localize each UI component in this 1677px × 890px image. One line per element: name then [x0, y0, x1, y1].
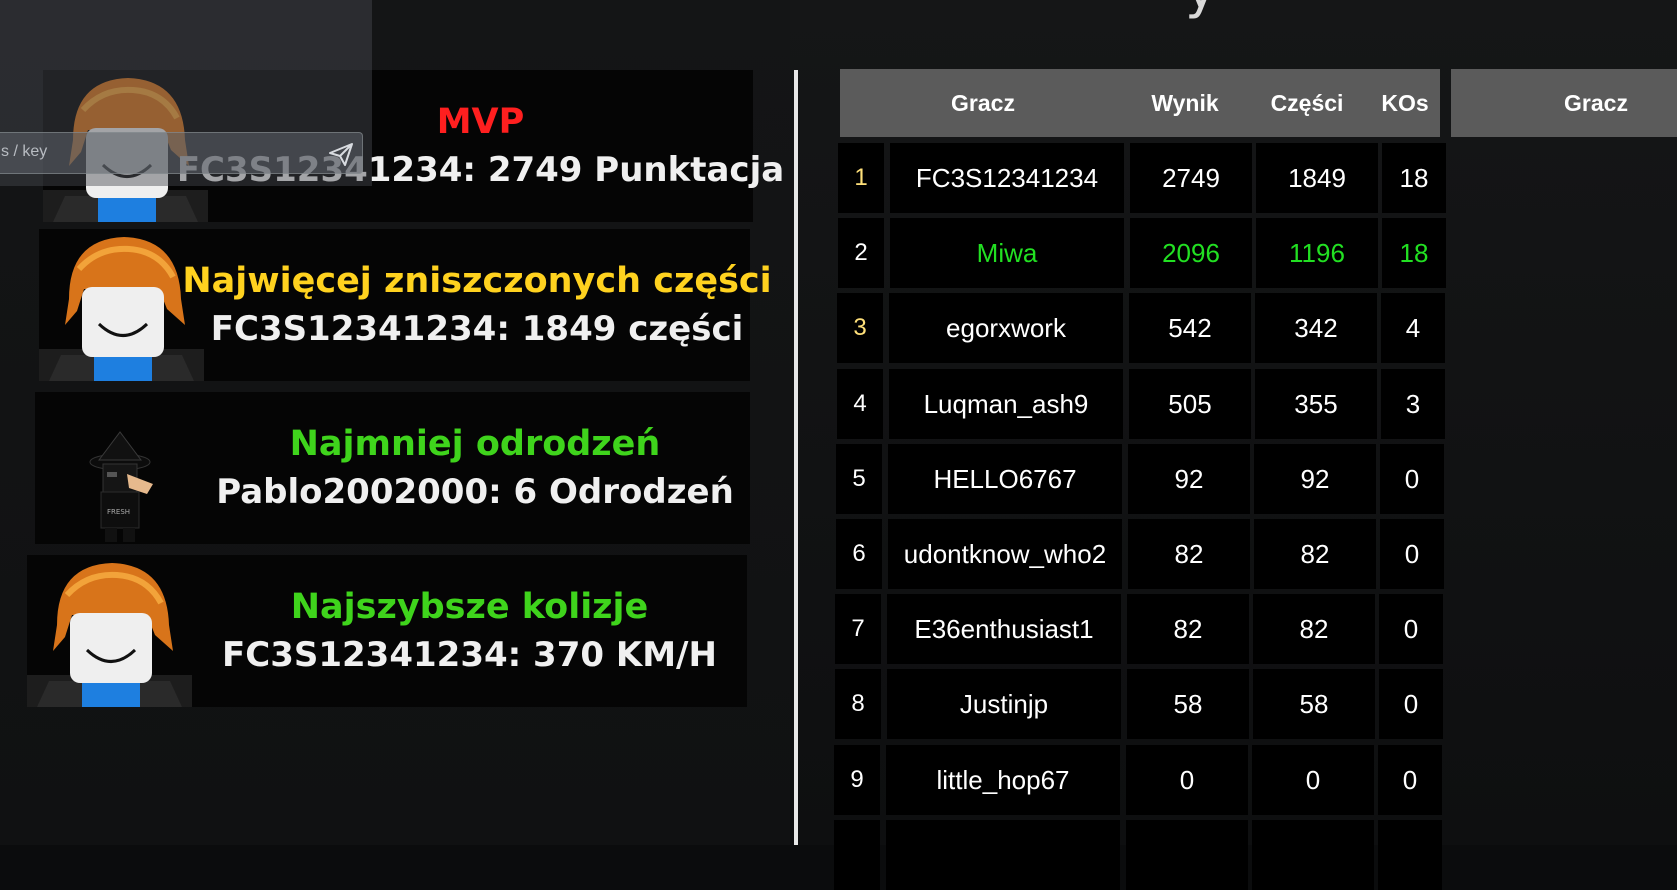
- row-score: 82: [1128, 519, 1250, 589]
- row-player: HELLO6767: [888, 444, 1122, 514]
- row-parts: 0: [1252, 745, 1374, 815]
- row-rank: 7: [835, 594, 881, 664]
- row-score: 2749: [1130, 143, 1252, 213]
- title-fragment: y: [1185, 0, 1217, 16]
- award-text: Najszybsze kolizje FC3S12341234: 370 KM/…: [192, 555, 747, 707]
- header-kos: KOs: [1381, 90, 1429, 116]
- row-cell-empty: [834, 820, 880, 890]
- award-card: FRESH Najmniej odrodzeń Pablo2002000: 6 …: [35, 392, 750, 544]
- row-kos: 4: [1381, 293, 1445, 363]
- chat-placeholder: s / key: [1, 143, 48, 160]
- row-kos: 0: [1380, 444, 1444, 514]
- row-rank: 2: [838, 218, 884, 288]
- row-score: 2096: [1130, 218, 1252, 288]
- award-value: Pablo2002000: 6 Odrodzeń: [216, 472, 734, 512]
- award-text: Najmniej odrodzeń Pablo2002000: 6 Odrodz…: [200, 392, 750, 544]
- row-parts: 82: [1254, 519, 1376, 589]
- row-kos: 0: [1378, 745, 1442, 815]
- award-card: Najszybsze kolizje FC3S12341234: 370 KM/…: [27, 555, 747, 707]
- row-player: little_hop67: [886, 745, 1120, 815]
- chat-input[interactable]: s / key: [0, 132, 363, 174]
- row-parts: 58: [1253, 669, 1375, 739]
- second-header-player: Gracz: [1564, 90, 1628, 116]
- row-cell-empty: [1252, 820, 1374, 890]
- award-title: Najwięcej zniszczonych części: [182, 261, 772, 301]
- row-parts: 342: [1255, 293, 1377, 363]
- award-title: MVP: [436, 102, 525, 142]
- row-player: FC3S12341234: [890, 143, 1124, 213]
- row-player: Luqman_ash9: [889, 369, 1123, 439]
- row-rank: 6: [836, 519, 882, 589]
- row-score: 542: [1129, 293, 1251, 363]
- row-parts: 92: [1254, 444, 1376, 514]
- row-kos: 3: [1381, 369, 1445, 439]
- noob-avatar: [27, 555, 192, 707]
- award-title: Najmniej odrodzeń: [289, 424, 661, 464]
- row-player: Miwa: [890, 218, 1124, 288]
- row-score: 58: [1127, 669, 1249, 739]
- row-rank: 5: [836, 444, 882, 514]
- row-parts: 355: [1255, 369, 1377, 439]
- award-title: Najszybsze kolizje: [290, 587, 649, 627]
- row-parts: 1196: [1256, 218, 1378, 288]
- black-hat-avatar: FRESH: [35, 392, 200, 544]
- row-score: 82: [1127, 594, 1249, 664]
- row-cell-empty: [1378, 820, 1442, 890]
- row-score: 505: [1129, 369, 1251, 439]
- row-score: 92: [1128, 444, 1250, 514]
- row-rank: 1: [838, 143, 884, 213]
- row-cell-empty: [1126, 820, 1248, 890]
- award-text: Najwięcej zniszczonych części FC3S123412…: [182, 229, 771, 381]
- header-parts: Części: [1270, 90, 1344, 116]
- award-value: FC3S12341234: 1849 części: [210, 309, 744, 349]
- row-score: 0: [1126, 745, 1248, 815]
- row-player: udontknow_who2: [888, 519, 1122, 589]
- row-parts: 82: [1253, 594, 1375, 664]
- header-score: Wynik: [1151, 90, 1219, 116]
- row-kos: 18: [1382, 218, 1446, 288]
- row-player: egorxwork: [889, 293, 1123, 363]
- row-player: Justinjp: [887, 669, 1121, 739]
- second-table-header: Gracz: [1451, 69, 1677, 137]
- row-rank: 8: [835, 669, 881, 739]
- send-icon[interactable]: [326, 139, 356, 169]
- row-rank: 9: [834, 745, 880, 815]
- row-kos: 0: [1380, 519, 1444, 589]
- row-player: E36enthusiast1: [887, 594, 1121, 664]
- svg-text:FRESH: FRESH: [107, 508, 130, 516]
- row-kos: 0: [1379, 669, 1443, 739]
- header-player: Gracz: [951, 90, 1015, 116]
- award-card: Najwięcej zniszczonych części FC3S123412…: [39, 229, 772, 381]
- row-rank: 3: [837, 293, 883, 363]
- leaderboard-header: Gracz Wynik Części KOs: [840, 69, 1440, 137]
- row-parts: 1849: [1256, 143, 1378, 213]
- row-kos: 0: [1379, 594, 1443, 664]
- panel-divider: [794, 70, 798, 845]
- award-value: FC3S12341234: 370 KM/H: [222, 635, 717, 675]
- noob-avatar: [39, 229, 204, 381]
- row-cell-empty: [886, 820, 1120, 890]
- row-rank: 4: [837, 369, 883, 439]
- row-kos: 18: [1382, 143, 1446, 213]
